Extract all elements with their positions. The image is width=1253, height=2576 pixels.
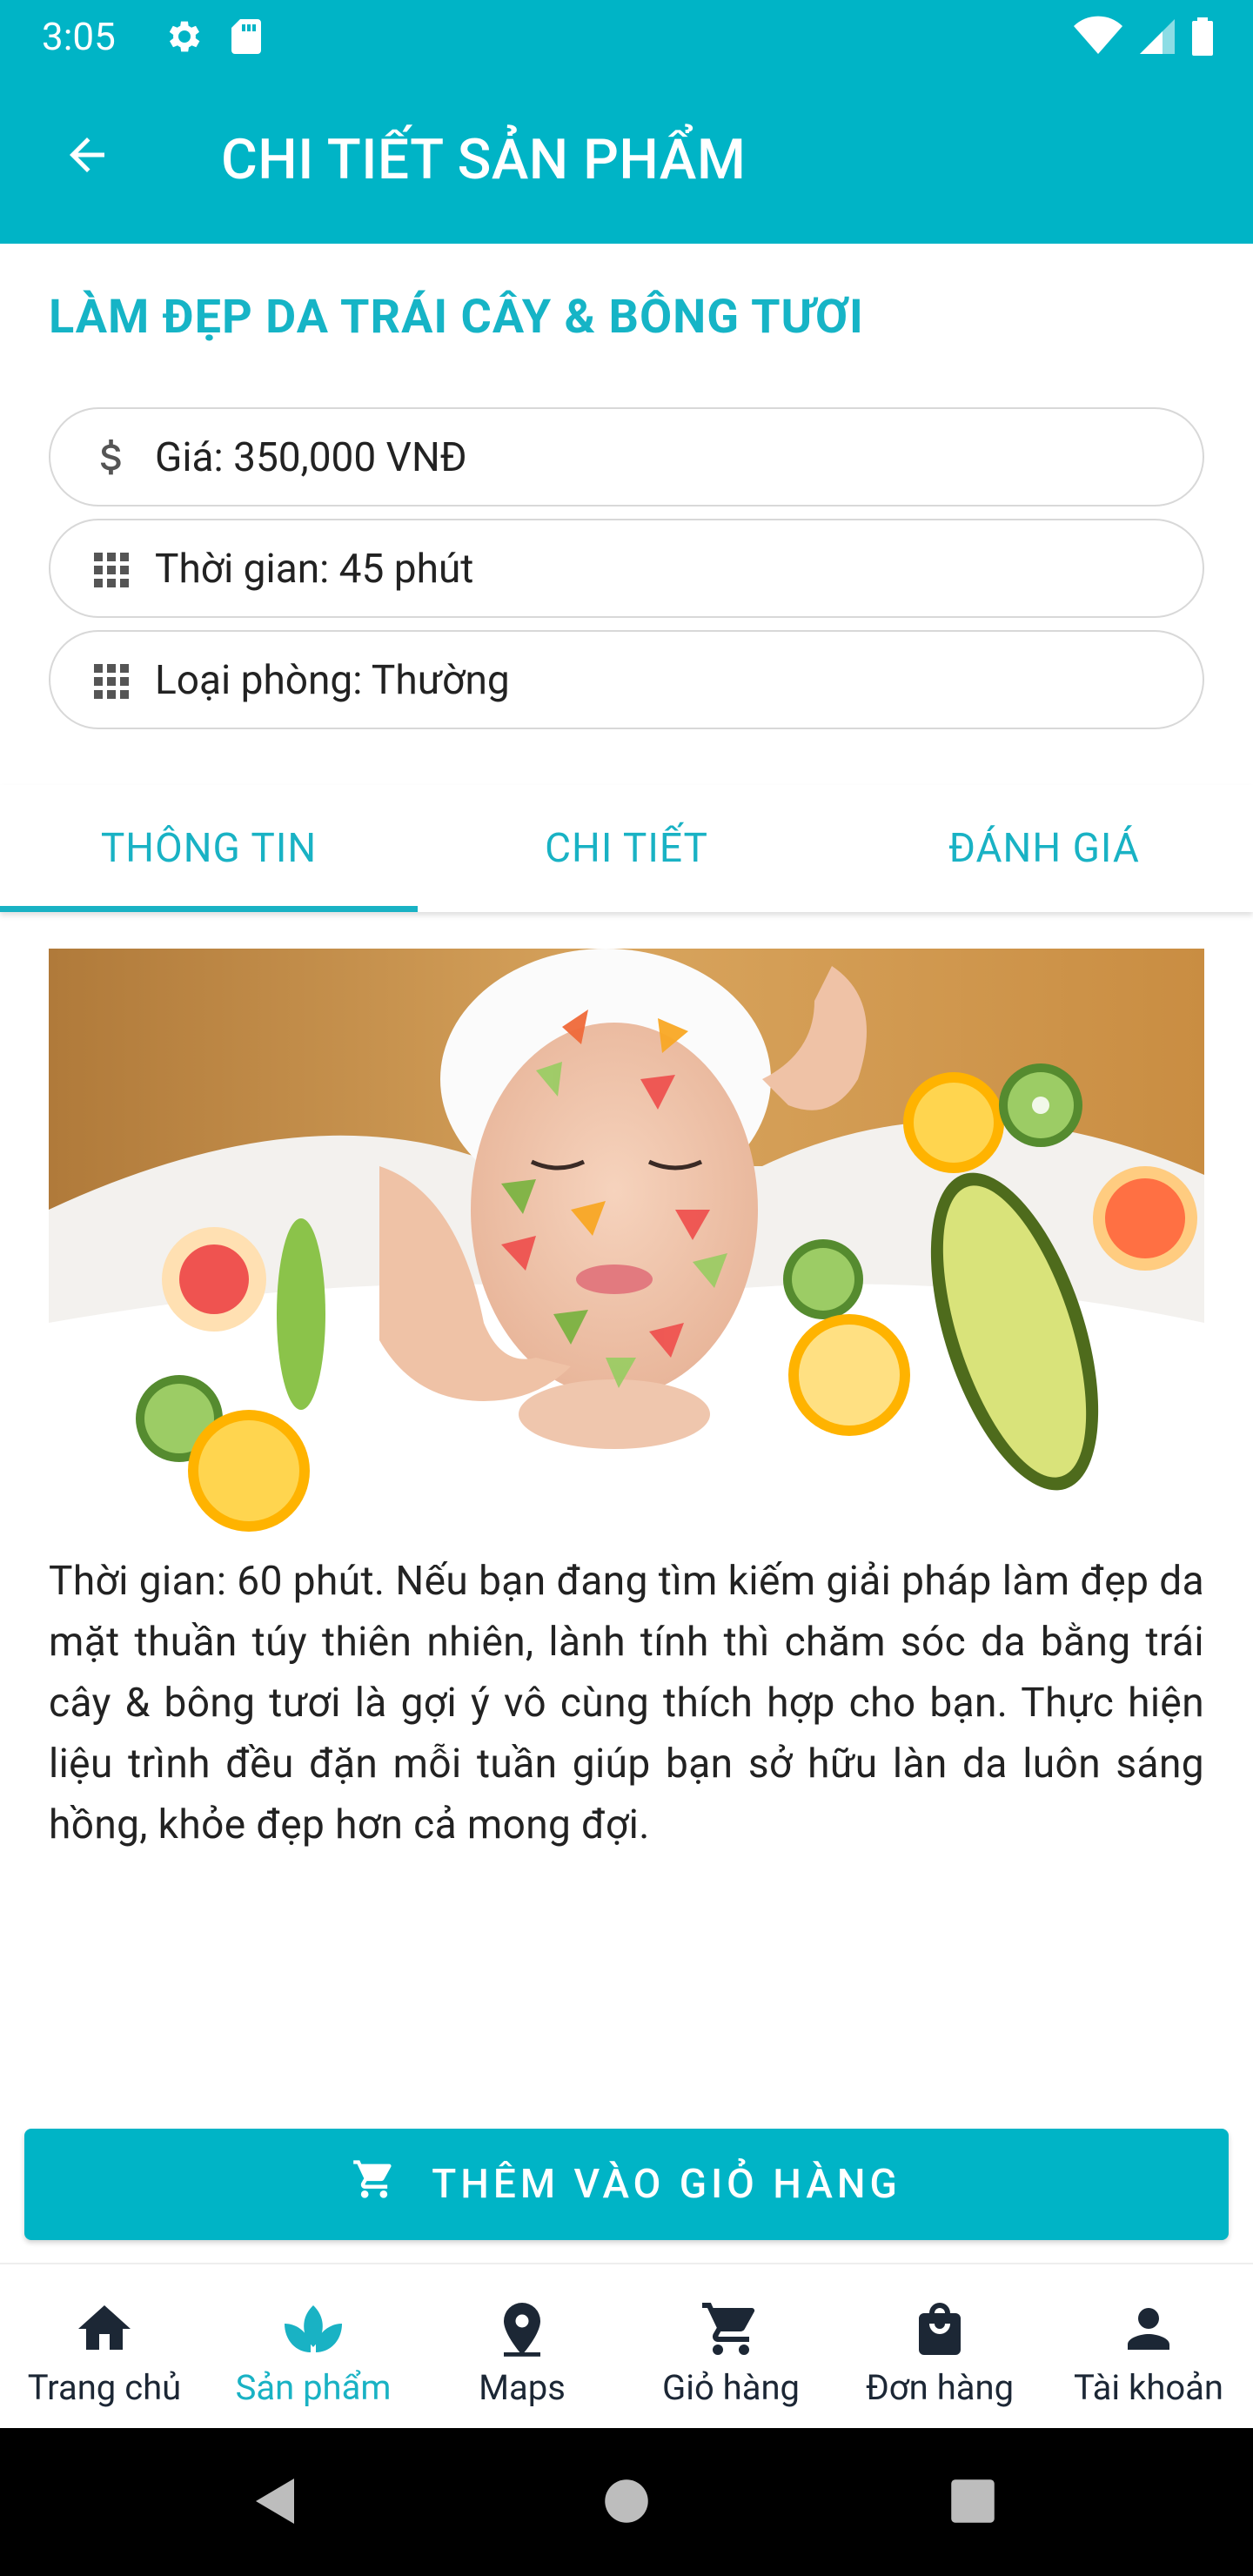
- nav-label-maps: Maps: [479, 2367, 566, 2408]
- settings-icon: [162, 16, 204, 61]
- cell-signal-icon: [1138, 16, 1176, 61]
- status-right-icons: [1072, 16, 1215, 61]
- system-navigation-bar: [0, 2428, 1253, 2576]
- tab-indicator: [0, 906, 418, 912]
- cart-icon: [352, 2157, 397, 2212]
- product-description: Thời gian: 60 phút. Nếu bạn đang tìm kiế…: [49, 1558, 1204, 1848]
- nav-label-orders: Đơn hàng: [865, 2367, 1015, 2408]
- price-text: Giá: 350,000 VNĐ: [155, 434, 467, 481]
- battery-icon: [1190, 16, 1215, 61]
- tab-details[interactable]: CHI TIẾT: [418, 785, 835, 912]
- tab-info[interactable]: THÔNG TIN: [0, 785, 418, 912]
- bottom-navigation: Trang chủ Sản phẩm Maps Giỏ hàng Đơn hàn…: [0, 2263, 1253, 2428]
- nav-item-account[interactable]: Tài khoản: [1044, 2264, 1253, 2430]
- product-title: LÀM ĐẸP DA TRÁI CÂY & BÔNG TƯƠI: [49, 290, 864, 345]
- dollar-icon: [85, 433, 137, 485]
- nav-label-account: Tài khoản: [1073, 2367, 1224, 2408]
- system-back-button[interactable]: [245, 2472, 308, 2534]
- tab-bar: THÔNG TIN CHI TIẾT ĐÁNH GIÁ: [0, 785, 1253, 912]
- nav-label-products: Sản phẩm: [235, 2367, 392, 2408]
- nav-item-products[interactable]: Sản phẩm: [209, 2264, 418, 2430]
- nav-item-maps[interactable]: Maps: [418, 2264, 626, 2430]
- system-home-button[interactable]: [595, 2472, 658, 2534]
- room-type-pill: Loại phòng: Thường: [49, 630, 1204, 729]
- shopping-bag-icon: [835, 2294, 1044, 2364]
- status-time: 3:05: [42, 14, 116, 59]
- status-bar: 3:05: [0, 0, 1253, 73]
- sd-card-icon: [226, 16, 265, 61]
- circle-home-icon: [603, 2478, 650, 2528]
- nav-item-orders[interactable]: Đơn hàng: [835, 2264, 1044, 2430]
- arrow-left-icon: [61, 129, 113, 184]
- lotus-icon: [209, 2294, 418, 2364]
- person-icon: [1044, 2294, 1253, 2364]
- duration-pill: Thời gian: 45 phút: [49, 519, 1204, 618]
- nav-label-cart: Giỏ hàng: [661, 2367, 801, 2408]
- home-icon: [0, 2294, 209, 2364]
- cart-icon: [626, 2294, 835, 2364]
- page-title: CHI TIẾT SẢN PHẨM: [221, 127, 747, 192]
- triangle-back-icon: [252, 2475, 301, 2531]
- grid-icon: [85, 544, 137, 596]
- system-recents-button[interactable]: [941, 2472, 1004, 2534]
- back-button[interactable]: [50, 120, 124, 193]
- price-pill: Giá: 350,000 VNĐ: [49, 407, 1204, 506]
- product-image: [49, 949, 1204, 1544]
- wifi-icon: [1072, 16, 1124, 61]
- room-type-text: Loại phòng: Thường: [155, 657, 510, 704]
- grid-icon: [85, 655, 137, 708]
- nav-label-home: Trang chủ: [27, 2367, 182, 2408]
- tab-reviews[interactable]: ĐÁNH GIÁ: [835, 785, 1253, 912]
- square-recents-icon: [949, 2478, 996, 2528]
- nav-item-home[interactable]: Trang chủ: [0, 2264, 209, 2430]
- nav-item-cart[interactable]: Giỏ hàng: [626, 2264, 835, 2430]
- map-pin-icon: [418, 2294, 626, 2364]
- add-to-cart-button[interactable]: THÊM VÀO GIỎ HÀNG: [24, 2129, 1229, 2240]
- status-left-icons: [162, 16, 265, 61]
- duration-text: Thời gian: 45 phút: [155, 546, 474, 593]
- add-to-cart-label: THÊM VÀO GIỎ HÀNG: [432, 2161, 901, 2208]
- app-bar: CHI TIẾT SẢN PHẨM: [0, 73, 1253, 244]
